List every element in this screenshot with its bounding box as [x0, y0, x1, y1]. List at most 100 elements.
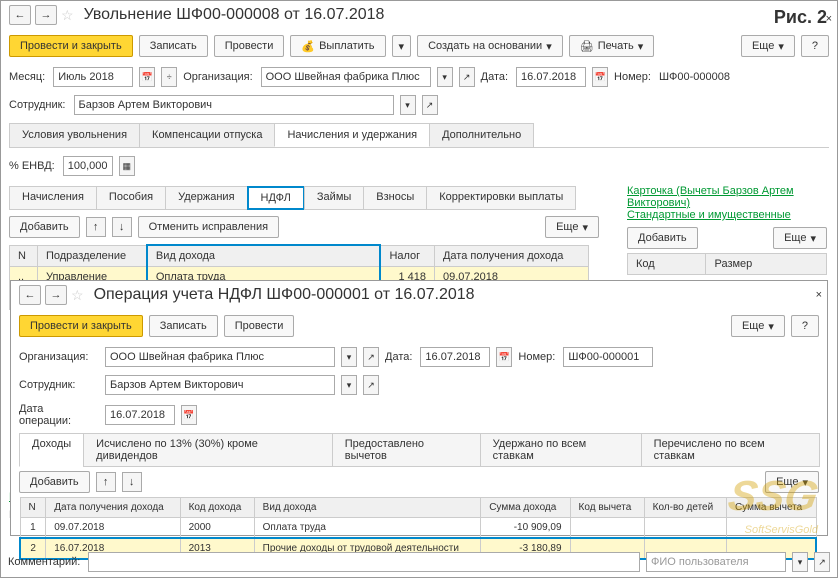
submit-close-button[interactable]: Провести и закрыть [9, 35, 133, 57]
tab-calc13[interactable]: Исчислено по 13% (30%) кроме дивидендов [83, 433, 333, 467]
help-button[interactable]: ? [801, 35, 829, 57]
calendar-icon[interactable]: 📅 [496, 347, 512, 367]
more-button[interactable]: Еще ▾ [741, 35, 795, 57]
move-down-button[interactable]: ↓ [112, 217, 132, 237]
col-code: Код [628, 254, 706, 275]
submit-close-button[interactable]: Провести и закрыть [19, 315, 143, 337]
open-icon[interactable]: ↗ [363, 347, 379, 367]
more-button[interactable]: Еще ▾ [765, 471, 819, 493]
col-dept: Подразделение [37, 245, 146, 267]
add-button[interactable]: Добавить [9, 216, 80, 238]
number-input[interactable]: ШФ00-000001 [563, 347, 653, 367]
org-input[interactable]: ООО Швейная фабрика Плюс [105, 347, 335, 367]
dropdown-icon[interactable]: ▾ [437, 67, 453, 87]
subtab-contributions[interactable]: Взносы [363, 186, 427, 210]
calc-icon[interactable]: ▦ [119, 156, 135, 176]
subtab-accruals[interactable]: Начисления [9, 186, 97, 210]
save-button[interactable]: Записать [139, 35, 208, 57]
comment-label: Комментарий: [8, 556, 82, 568]
calendar-icon[interactable]: 📅 [139, 67, 155, 87]
table-row[interactable]: 1 09.07.2018 2000 Оплата труда -10 909,0… [20, 518, 816, 539]
tab-deductions[interactable]: Предоставлено вычетов [332, 433, 481, 467]
subtab-ndfl[interactable]: НДФЛ [247, 186, 305, 210]
number-label: Номер: [518, 351, 557, 363]
month-input[interactable]: Июль 2018 [53, 67, 133, 87]
tab-compensations[interactable]: Компенсации отпуска [139, 123, 275, 147]
back-button[interactable]: ← [19, 285, 41, 305]
date-input[interactable]: 16.07.2018 [420, 347, 490, 367]
date-label: Дата: [385, 351, 414, 363]
dropdown-icon[interactable]: ▾ [400, 95, 416, 115]
date-label: Дата: [481, 71, 510, 83]
card-link[interactable]: Карточка (Вычеты Барзов Артем Викторович… [627, 185, 827, 209]
open-icon[interactable]: ↗ [422, 95, 438, 115]
date-input[interactable]: 16.07.2018 [516, 67, 586, 87]
calendar-icon[interactable]: 📅 [592, 67, 608, 87]
submit-button[interactable]: Провести [224, 315, 295, 337]
cancel-fix-button[interactable]: Отменить исправления [138, 216, 279, 238]
submit-button[interactable]: Провести [214, 35, 285, 57]
calendar-icon[interactable]: 📅 [181, 405, 197, 425]
save-button[interactable]: Записать [149, 315, 218, 337]
subtab-benefits[interactable]: Пособия [96, 186, 166, 210]
col-date: Дата получения дохода [434, 245, 588, 267]
stepper-icon[interactable]: ÷ [161, 67, 177, 87]
help-button[interactable]: ? [791, 315, 819, 337]
forward-button[interactable]: → [35, 5, 57, 25]
employee-input[interactable]: Барзов Артем Викторович [74, 95, 394, 115]
move-up-button[interactable]: ↑ [86, 217, 106, 237]
employee-label: Сотрудник: [9, 99, 68, 111]
number-label: Номер: [614, 71, 653, 83]
col-size: Размер [706, 254, 827, 275]
std-link[interactable]: Стандартные и имущественные [627, 209, 827, 221]
org-input[interactable]: ООО Швейная фабрика Плюс [261, 67, 431, 87]
tab-accruals[interactable]: Начисления и удержания [274, 123, 430, 147]
close-icon[interactable]: × [826, 13, 832, 25]
subtab-deductions[interactable]: Удержания [165, 186, 247, 210]
pay-button[interactable]: 💰Выплатить [290, 35, 385, 57]
tab-additional[interactable]: Дополнительно [429, 123, 534, 147]
col-sum: Сумма дохода [481, 498, 570, 518]
more-button[interactable]: Еще ▾ [773, 227, 827, 249]
employee-input[interactable]: Барзов Артем Викторович [105, 375, 335, 395]
fio-input[interactable]: ФИО пользователя [646, 552, 786, 572]
tab-conditions[interactable]: Условия увольнения [9, 123, 140, 147]
more-button[interactable]: Еще ▾ [731, 315, 785, 337]
move-up-button[interactable]: ↑ [96, 472, 116, 492]
pay-dropdown[interactable]: ▾ [392, 35, 412, 57]
col-code: Код дохода [180, 498, 254, 518]
create-based-button[interactable]: Создать на основании ▾ [417, 35, 563, 57]
op-date-label: Дата операции: [19, 403, 99, 427]
dropdown-icon[interactable]: ▾ [341, 375, 357, 395]
open-icon[interactable]: ↗ [814, 552, 830, 572]
comment-input[interactable] [88, 552, 640, 572]
star-icon[interactable]: ☆ [71, 287, 84, 304]
star-icon[interactable]: ☆ [61, 7, 74, 24]
dropdown-icon[interactable]: ▾ [792, 552, 808, 572]
print-icon: 🖨 [580, 40, 594, 53]
add-button[interactable]: Добавить [19, 471, 90, 493]
move-down-button[interactable]: ↓ [122, 472, 142, 492]
print-button[interactable]: 🖨Печать ▾ [569, 35, 655, 57]
col-n: N [10, 245, 38, 267]
back-button[interactable]: ← [9, 5, 31, 25]
op-date-input[interactable]: 16.07.2018 [105, 405, 175, 425]
tab-transferred[interactable]: Перечислено по всем ставкам [641, 433, 820, 467]
more-button[interactable]: Еще ▾ [545, 216, 599, 238]
tab-income[interactable]: Доходы [19, 433, 84, 467]
close-icon[interactable]: × [816, 289, 822, 301]
open-icon[interactable]: ↗ [363, 375, 379, 395]
subtab-loans[interactable]: Займы [304, 186, 364, 210]
add-button[interactable]: Добавить [627, 227, 698, 249]
envd-input[interactable]: 100,000 [63, 156, 113, 176]
subtab-corrections[interactable]: Корректировки выплаты [426, 186, 576, 210]
tab-withheld[interactable]: Удержано по всем ставкам [480, 433, 642, 467]
dropdown-icon[interactable]: ▾ [341, 347, 357, 367]
org-label: Организация: [19, 351, 99, 363]
org-label: Организация: [183, 71, 254, 83]
money-icon: 💰 [301, 40, 315, 53]
figure-label: Рис. 2 [774, 7, 827, 28]
open-icon[interactable]: ↗ [459, 67, 475, 87]
forward-button[interactable]: → [45, 285, 67, 305]
col-tax: Налог [380, 245, 434, 267]
